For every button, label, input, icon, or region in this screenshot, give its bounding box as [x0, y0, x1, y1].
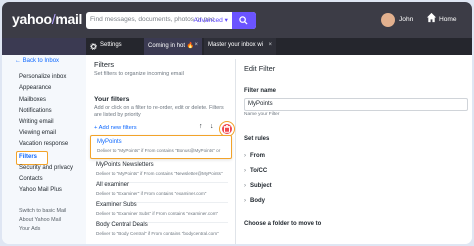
search-button[interactable] — [232, 12, 256, 29]
trash-icon — [223, 125, 231, 133]
home-icon[interactable] — [426, 12, 437, 23]
sidebar-item-mailboxes[interactable]: Mailboxes — [19, 97, 46, 103]
avatar[interactable] — [381, 13, 395, 27]
chevron-right-icon: › — [244, 183, 246, 189]
filter-row-mypoints[interactable]: MyPoints Deliver to "MyPoints" if From c… — [90, 135, 232, 159]
sidebar-item-yahoo-mail-plus[interactable]: Yahoo Mail Plus — [19, 187, 62, 193]
rule-label: Body — [250, 198, 265, 204]
rule-label: From — [250, 153, 265, 159]
search-icon — [239, 16, 248, 25]
user-name[interactable]: John — [399, 16, 413, 23]
filter-name-hint: Name your Filter — [244, 112, 280, 117]
edit-filter-title: Edit Filter — [244, 64, 276, 73]
sidebar-item-filters[interactable]: Filters — [16, 151, 48, 165]
back-to-inbox-link[interactable]: ← Back to Inbox — [15, 58, 59, 64]
filter-detail: Deliver to "Examiner Subs" if From conta… — [96, 211, 219, 216]
sidebar-item-notifications[interactable]: Notifications — [19, 108, 52, 114]
back-label: Back to Inbox — [22, 58, 60, 64]
tab-coming-in-hot[interactable]: Coming in hot 🔥 × — [144, 38, 202, 55]
yahoo-mail-logo[interactable]: yahoo/mail — [12, 11, 82, 27]
advanced-label: Advanced — [193, 17, 223, 24]
sidebar-item-vacation-response[interactable]: Vacation response — [19, 141, 68, 147]
sidebar-item-contacts[interactable]: Contacts — [19, 176, 43, 182]
filters-subtitle: Set filters to organize incoming email — [94, 71, 184, 77]
filter-name: MyPoints Newsletters — [96, 162, 154, 168]
search-bar: Find messages, documents, photos or peop… — [86, 12, 256, 29]
rule-from-toggle[interactable]: › From — [244, 153, 265, 159]
sidebar-item-writing-email[interactable]: Writing email — [19, 119, 54, 125]
sidebar-item-personalize-inbox[interactable]: Personalize inbox — [19, 74, 66, 80]
tab-master-your-inbox[interactable]: Master your inbox wi × — [204, 38, 276, 55]
switch-to-basic-link[interactable]: Switch to basic Mail — [19, 208, 66, 214]
fire-icon: 🔥 — [186, 43, 195, 49]
settings-label[interactable]: Settings — [100, 42, 122, 48]
tab-label: Coming in hot — [148, 43, 186, 49]
close-icon[interactable]: × — [268, 42, 272, 48]
filter-name: Body Central Deals — [96, 222, 148, 228]
tab-label: Master your inbox wi — [208, 42, 264, 48]
rule-label: Subject — [250, 183, 272, 189]
filter-name-label: Filter name — [244, 88, 277, 94]
your-ads-link[interactable]: Your Ads — [19, 226, 40, 232]
advanced-search-button[interactable]: Advanced ▾ — [194, 16, 228, 24]
toolbar: Settings Coming in hot 🔥 × Master your i… — [2, 38, 472, 55]
your-filters-heading: Your filters — [94, 96, 130, 103]
logo-product: mail — [55, 11, 83, 27]
filter-row[interactable]: Body Central Deals Deliver to "Body Cent… — [90, 219, 232, 243]
settings-button[interactable] — [2, 38, 86, 55]
filter-detail: Deliver to "Body Central" if From contai… — [96, 231, 219, 236]
sidebar-item-security-and-privacy[interactable]: Security and privacy — [19, 165, 73, 171]
add-new-filter-button[interactable]: + Add new filters — [94, 125, 137, 131]
rule-body-toggle[interactable]: › Body — [244, 198, 265, 204]
filter-name: Examiner Subs — [96, 202, 137, 208]
filters-description: Add or click on a filter to re-order, ed… — [94, 105, 224, 111]
filter-detail: Deliver to "MyPoints" if From contains "… — [96, 171, 223, 176]
filter-name-value: MyPoints — [248, 101, 273, 107]
choose-folder-label: Choose a folder to move to — [244, 221, 322, 227]
chevron-right-icon: › — [244, 153, 246, 159]
app-window: yahoo/mail Find messages, documents, pho… — [2, 2, 472, 244]
filter-detail: Deliver to "Examiner" if From contains "… — [96, 191, 207, 196]
set-rules-label: Set rules — [244, 136, 270, 142]
sidebar-item-viewing-email[interactable]: Viewing email — [19, 130, 56, 136]
filters-title: Filters — [94, 60, 115, 69]
rule-label: To/CC — [250, 168, 268, 174]
sidebar-item-appearance[interactable]: Appearance — [19, 85, 51, 91]
move-down-icon[interactable]: ↓ — [210, 123, 214, 130]
top-bar: yahoo/mail Find messages, documents, pho… — [2, 2, 472, 38]
filter-name-input[interactable]: MyPoints — [244, 98, 468, 111]
filters-description: are listed by priority — [94, 112, 141, 118]
settings-content: Filters Set filters to organize incoming… — [86, 55, 472, 244]
filter-name: All examiner — [96, 182, 130, 188]
chevron-right-icon: › — [244, 168, 246, 174]
filter-name: MyPoints — [97, 139, 122, 145]
logo-brand: yahoo — [12, 11, 52, 27]
settings-sidebar: ← Back to Inbox Personalize inbox Appear… — [2, 55, 86, 244]
rule-tocc-toggle[interactable]: › To/CC — [244, 168, 267, 174]
chevron-right-icon: › — [244, 198, 246, 204]
pane-divider — [235, 59, 236, 244]
gear-icon — [90, 43, 97, 50]
about-yahoo-mail-link[interactable]: About Yahoo Mail — [19, 217, 61, 223]
sidebar-item-label: Filters — [19, 154, 38, 160]
home-link[interactable]: Home — [439, 16, 457, 23]
close-icon[interactable]: × — [194, 42, 198, 48]
move-up-icon[interactable]: ↑ — [199, 123, 203, 130]
filter-detail: Deliver to "MyPoints" if From contains "… — [97, 148, 221, 153]
rule-subject-toggle[interactable]: › Subject — [244, 183, 272, 189]
